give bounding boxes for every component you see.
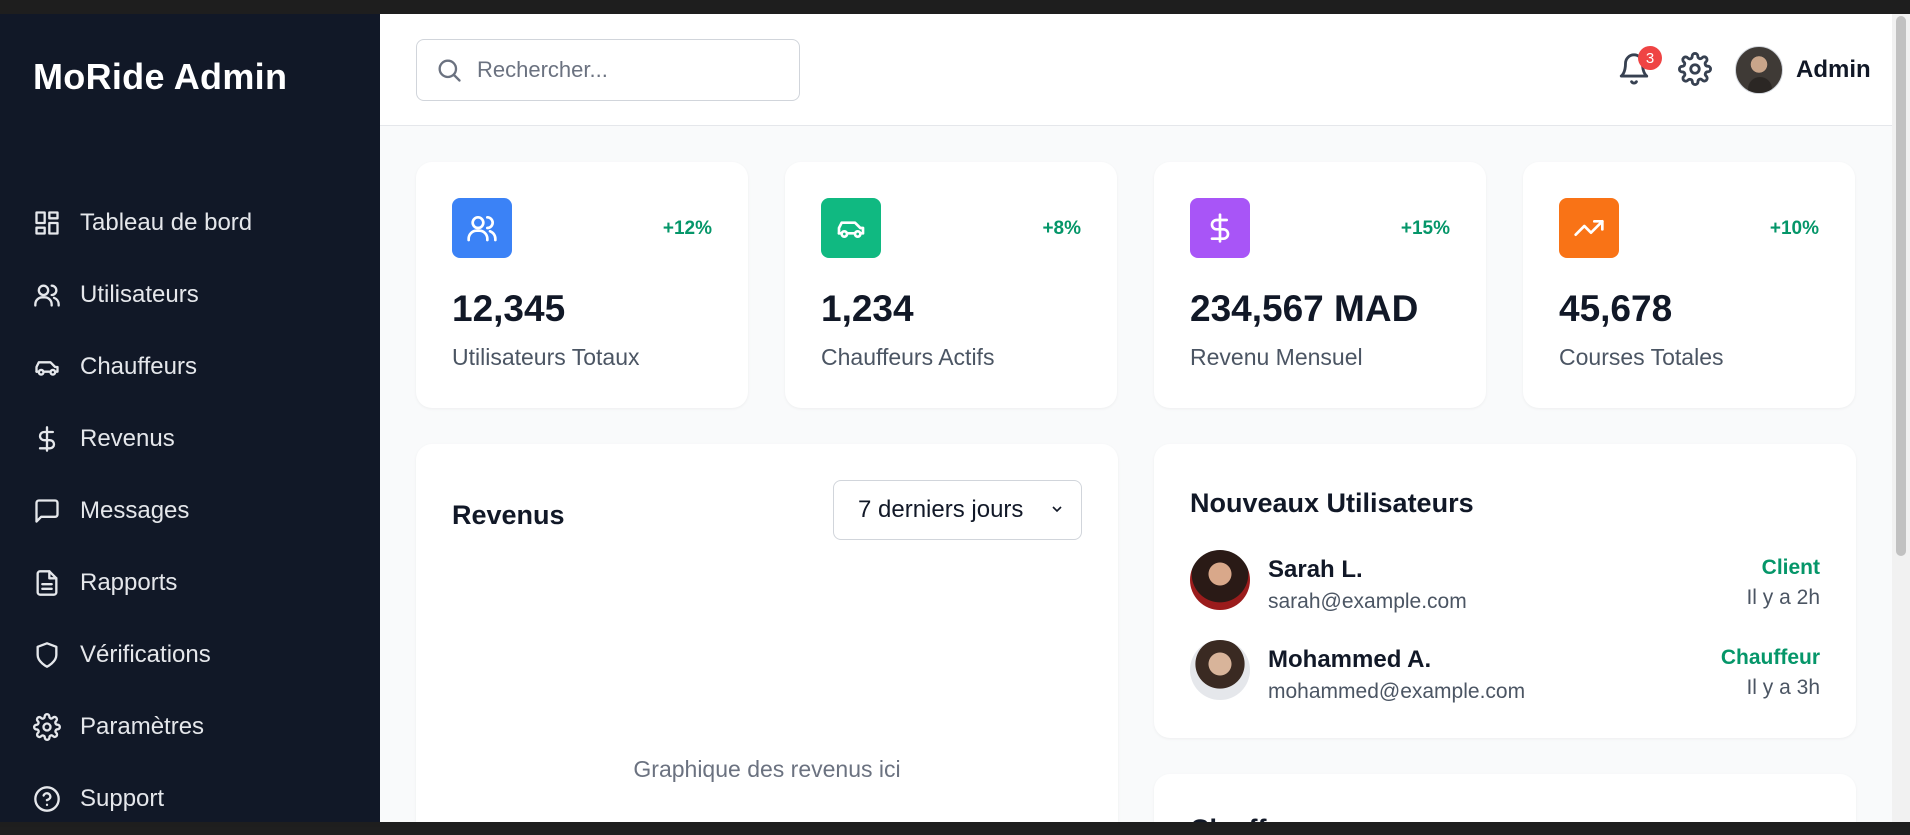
user-name: Mohammed A.	[1268, 646, 1432, 673]
top-header: 3 Admin	[380, 14, 1892, 126]
revenue-title: Revenus	[452, 500, 565, 530]
sidebar-item-label: Support	[80, 785, 165, 812]
sidebar-item-messages[interactable]: Messages	[0, 475, 380, 547]
sidebar-item-label: Utilisateurs	[80, 281, 199, 308]
next-panel-title: Ch...ff	[1190, 814, 1266, 822]
period-select[interactable]: 7 derniers jours	[833, 480, 1082, 540]
scrollbar-thumb[interactable]	[1896, 16, 1906, 556]
search-box[interactable]	[416, 39, 800, 101]
main-content: 3 Admin +12% 12,345 Utilisateurs Totaux …	[380, 14, 1892, 822]
report-icon	[32, 568, 62, 598]
sidebar-nav: Tableau de bord Utilisateurs Chauffeurs …	[0, 187, 380, 835]
avatar	[1190, 640, 1250, 700]
avatar[interactable]	[1735, 46, 1783, 94]
time-ago: Il y a 2h	[1746, 586, 1820, 609]
dashboard-icon	[32, 208, 62, 238]
notification-badge: 3	[1638, 46, 1662, 70]
stat-value: 1,234	[821, 288, 914, 329]
sidebar-item-settings[interactable]: Paramètres	[0, 691, 380, 763]
sidebar-item-label: Chauffeurs	[80, 353, 197, 380]
period-select-value: 7 derniers jours	[858, 496, 1024, 523]
header-actions: 3 Admin	[1492, 14, 1892, 126]
stat-value: 12,345	[452, 288, 566, 329]
stat-delta: +12%	[662, 218, 712, 239]
revenue-chart-placeholder: Graphique des revenus ici	[633, 756, 901, 782]
gear-icon[interactable]	[1678, 52, 1712, 86]
sidebar-item-label: Revenus	[80, 425, 175, 452]
stat-card-drivers: +8% 1,234 Chauffeurs Actifs	[785, 162, 1117, 408]
users-icon	[32, 280, 62, 310]
dollar-icon	[32, 424, 62, 454]
list-item[interactable]: Sarah L. sarah@example.com Client Il y a…	[1190, 550, 1820, 614]
user-email: mohammed@example.com	[1268, 680, 1526, 703]
stat-label: Chauffeurs Actifs	[821, 344, 995, 370]
stat-value: 234,567 MAD	[1190, 288, 1419, 329]
stat-delta: +15%	[1400, 218, 1450, 239]
sidebar-item-verifications[interactable]: Vérifications	[0, 619, 380, 691]
users-icon	[452, 198, 512, 258]
stat-value: 45,678	[1559, 288, 1673, 329]
sidebar-item-label: Messages	[80, 497, 190, 524]
role-badge: Client	[1761, 556, 1820, 579]
help-icon	[32, 784, 62, 814]
user-email: sarah@example.com	[1268, 590, 1467, 613]
window-bottom-strip	[0, 822, 1910, 827]
message-icon	[32, 496, 62, 526]
stat-delta: +8%	[1042, 218, 1081, 239]
car-icon	[821, 198, 881, 258]
user-name[interactable]: Admin	[1796, 56, 1871, 84]
search-icon	[435, 56, 463, 84]
window-top-strip	[0, 0, 1910, 14]
role-badge: Chauffeur	[1720, 646, 1820, 669]
avatar	[1190, 550, 1250, 610]
dollar-icon	[1190, 198, 1250, 258]
stat-card-rides: +10% 45,678 Courses Totales	[1523, 162, 1855, 408]
revenue-panel: Revenus 7 derniers jours Graphique des r…	[416, 444, 1118, 822]
search-input[interactable]	[477, 57, 777, 83]
list-item[interactable]: Mohammed A. mohammed@example.com Chauffe…	[1190, 640, 1820, 704]
next-panel: Ch...ff	[1154, 774, 1856, 822]
brand-title: MoRide Admin	[33, 56, 288, 97]
stat-label: Utilisateurs Totaux	[452, 344, 640, 370]
sidebar-item-drivers[interactable]: Chauffeurs	[0, 331, 380, 403]
user-name: Sarah L.	[1268, 556, 1363, 583]
scrollbar[interactable]	[1892, 14, 1910, 822]
stat-label: Courses Totales	[1559, 344, 1724, 370]
sidebar-item-label: Rapports	[80, 569, 178, 596]
sidebar-item-label: Tableau de bord	[80, 209, 253, 236]
stat-label: Revenu Mensuel	[1190, 344, 1363, 370]
sidebar-item-label: Vérifications	[80, 641, 211, 668]
sidebar-item-label: Paramètres	[80, 713, 205, 740]
time-ago: Il y a 3h	[1746, 676, 1820, 699]
stat-delta: +10%	[1769, 218, 1819, 239]
car-icon	[32, 352, 62, 382]
sidebar-item-reports[interactable]: Rapports	[0, 547, 380, 619]
shield-icon	[32, 640, 62, 670]
trending-up-icon	[1559, 198, 1619, 258]
sidebar-item-revenue[interactable]: Revenus	[0, 403, 380, 475]
new-users-panel: Nouveaux Utilisateurs Sarah L. sarah@exa…	[1154, 444, 1856, 738]
new-users-title: Nouveaux Utilisateurs	[1190, 488, 1474, 518]
stat-card-revenue: +15% 234,567 MAD Revenu Mensuel	[1154, 162, 1486, 408]
sidebar: MoRide Admin Tableau de bord Utilisateur…	[0, 14, 380, 822]
gear-icon	[32, 712, 62, 742]
chevron-down-icon	[1049, 496, 1065, 524]
stat-card-users: +12% 12,345 Utilisateurs Totaux	[416, 162, 748, 408]
sidebar-item-dashboard[interactable]: Tableau de bord	[0, 187, 380, 259]
sidebar-item-users[interactable]: Utilisateurs	[0, 259, 380, 331]
